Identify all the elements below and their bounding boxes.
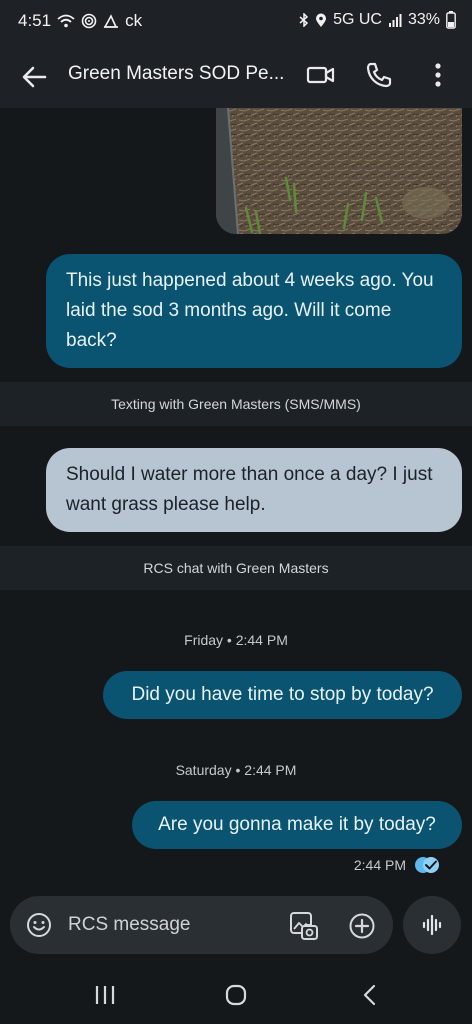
more-options-button[interactable] <box>424 58 452 92</box>
bluetooth-icon <box>299 13 309 27</box>
recent-apps-button[interactable] <box>85 980 125 1010</box>
battery-icon <box>446 11 456 29</box>
video-icon <box>306 66 335 84</box>
emoji-icon <box>27 913 51 937</box>
recents-icon <box>95 986 115 1004</box>
delivery-receipt: 2:44 PM <box>354 856 440 874</box>
composer: RCS message <box>0 896 472 964</box>
system-nav-bar <box>0 964 472 1024</box>
signal-icon <box>388 13 402 27</box>
more-vert-icon <box>435 63 441 87</box>
phone-call-button[interactable] <box>362 58 396 92</box>
back-button[interactable] <box>18 60 52 94</box>
rcs-mode-banner: RCS chat with Green Masters <box>0 546 472 590</box>
timestamp-divider: Friday • 2:44 PM <box>184 632 288 648</box>
app-bar: Green Masters SOD Pe... <box>0 44 472 108</box>
back-arrow-icon <box>22 66 47 88</box>
sms-mode-banner: Texting with Green Masters (SMS/MMS) <box>0 382 472 426</box>
network-label: 5G UC <box>333 11 382 28</box>
hotspot-icon <box>81 13 97 29</box>
status-bar: 4:51 ck 5G UC 33% <box>0 0 472 44</box>
home-icon <box>225 984 247 1006</box>
chevron-left-icon <box>363 984 376 1006</box>
app-notification-icon <box>103 14 119 28</box>
gallery-icon <box>290 912 318 940</box>
clock: 4:51 <box>18 11 52 30</box>
emoji-button[interactable] <box>26 912 52 938</box>
home-button[interactable] <box>216 980 256 1010</box>
status-left: 4:51 ck <box>18 11 142 31</box>
read-check-icon <box>415 857 439 873</box>
receipt-time: 2:44 PM <box>353 857 406 873</box>
voice-message-button[interactable] <box>403 896 461 954</box>
incoming-message[interactable]: Should I water more than once a day? I j… <box>46 448 462 532</box>
wifi-calling-icon <box>57 14 75 28</box>
lawn-photo <box>216 108 462 234</box>
message-input-container[interactable]: RCS message <box>10 896 393 954</box>
message-input[interactable]: RCS message <box>68 914 191 936</box>
outgoing-message[interactable]: This just happened about 4 weeks ago. Yo… <box>46 254 462 368</box>
gallery-button[interactable] <box>288 910 320 942</box>
photo-attachment[interactable] <box>216 108 462 234</box>
location-icon <box>315 13 327 28</box>
add-attachment-button[interactable] <box>348 912 376 940</box>
battery-percent: 33% <box>407 11 440 28</box>
outgoing-message[interactable]: Are you gonna make it by today? <box>132 801 462 849</box>
outgoing-message[interactable]: Did you have time to stop by today? <box>103 671 462 719</box>
add-icon <box>349 913 375 939</box>
conversation-title[interactable]: Green Masters SOD Pe... <box>68 63 292 85</box>
conversation-view[interactable]: This just happened about 4 weeks ago. Yo… <box>0 108 472 896</box>
timestamp-divider: Saturday • 2:44 PM <box>175 762 297 778</box>
status-right: 5G UC 33% <box>299 11 456 29</box>
waveform-icon <box>422 914 442 936</box>
phone-icon <box>366 62 392 88</box>
carrier-label: ck <box>125 11 143 30</box>
back-nav-button[interactable] <box>350 980 390 1010</box>
video-call-button[interactable] <box>304 58 338 92</box>
